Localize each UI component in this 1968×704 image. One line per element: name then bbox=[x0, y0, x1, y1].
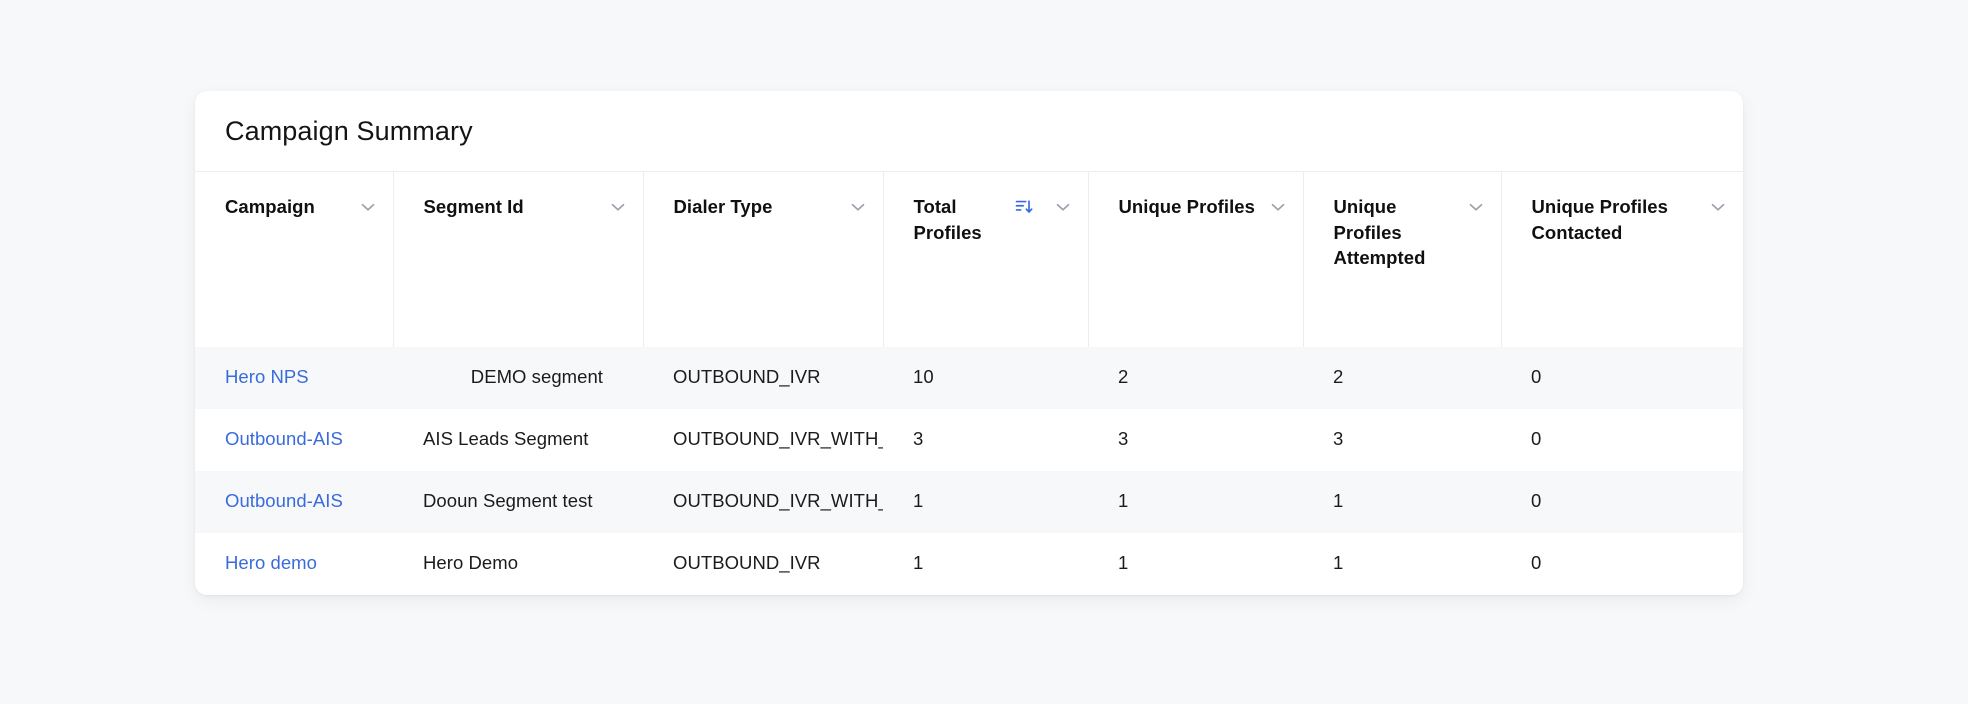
chevron-down-icon[interactable] bbox=[357, 196, 379, 223]
cell-segment-id: DEMO segment bbox=[393, 347, 643, 409]
page-root: Campaign Summary Campaign bbox=[0, 0, 1968, 704]
column-header-icons bbox=[847, 194, 869, 223]
column-header-icons bbox=[1267, 194, 1289, 223]
chevron-down-icon[interactable] bbox=[1465, 196, 1487, 223]
cell-unique-profiles-contacted: 0 bbox=[1501, 533, 1743, 595]
cell-campaign: Hero demo bbox=[195, 533, 393, 595]
column-header-label: Segment Id bbox=[424, 194, 599, 220]
column-header-label: Unique Profiles Attempted bbox=[1334, 194, 1457, 271]
cell-unique-profiles: 3 bbox=[1088, 409, 1303, 471]
cell-total-profiles: 3 bbox=[883, 409, 1088, 471]
column-header-label: Total Profiles bbox=[914, 194, 1006, 245]
page-title: Campaign Summary bbox=[225, 115, 473, 147]
table-row[interactable]: Outbound-AIS AIS Leads Segment OUTBOUND_… bbox=[195, 409, 1743, 471]
column-header-campaign[interactable]: Campaign bbox=[195, 172, 393, 347]
cell-unique-profiles: 1 bbox=[1088, 471, 1303, 533]
cell-segment-id: AIS Leads Segment bbox=[393, 409, 643, 471]
table-row[interactable]: Hero NPS DEMO segment OUTBOUND_IVR 10 2 … bbox=[195, 347, 1743, 409]
chevron-down-icon[interactable] bbox=[607, 196, 629, 223]
table-header-row: Campaign Segment Id bbox=[195, 172, 1743, 347]
campaign-link[interactable]: Outbound-AIS bbox=[225, 490, 343, 511]
cell-campaign: Hero NPS bbox=[195, 347, 393, 409]
column-header-icons bbox=[607, 194, 629, 223]
cell-unique-profiles-attempted: 1 bbox=[1303, 533, 1501, 595]
cell-campaign: Outbound-AIS bbox=[195, 409, 393, 471]
cell-unique-profiles-attempted: 2 bbox=[1303, 347, 1501, 409]
chevron-down-icon[interactable] bbox=[847, 196, 869, 223]
cell-total-profiles: 1 bbox=[883, 471, 1088, 533]
column-header-total-profiles[interactable]: Total Profiles bbox=[883, 172, 1088, 347]
cell-total-profiles: 1 bbox=[883, 533, 1088, 595]
cell-unique-profiles-attempted: 3 bbox=[1303, 409, 1501, 471]
cell-unique-profiles: 1 bbox=[1088, 533, 1303, 595]
column-header-icons bbox=[1707, 194, 1729, 223]
cell-total-profiles: 10 bbox=[883, 347, 1088, 409]
cell-campaign: Outbound-AIS bbox=[195, 471, 393, 533]
column-header-label: Dialer Type bbox=[674, 194, 839, 220]
cell-dialer-type: OUTBOUND_IVR_WITH_AGENT bbox=[643, 409, 883, 471]
campaign-summary-card: Campaign Summary Campaign bbox=[195, 91, 1743, 595]
campaign-link[interactable]: Hero NPS bbox=[225, 366, 309, 387]
table-row[interactable]: Hero demo Hero Demo OUTBOUND_IVR 1 1 1 0 bbox=[195, 533, 1743, 595]
table-row[interactable]: Outbound-AIS Dooun Segment test OUTBOUND… bbox=[195, 471, 1743, 533]
column-header-icons bbox=[1465, 194, 1487, 223]
cell-segment-id: Hero Demo bbox=[393, 533, 643, 595]
column-header-unique-profiles[interactable]: Unique Profiles bbox=[1088, 172, 1303, 347]
cell-unique-profiles: 2 bbox=[1088, 347, 1303, 409]
column-header-icons bbox=[1014, 194, 1074, 223]
chevron-down-icon[interactable] bbox=[1052, 196, 1074, 223]
column-header-unique-profiles-contacted[interactable]: Unique Profiles Contacted bbox=[1501, 172, 1743, 347]
column-header-unique-profiles-attempted[interactable]: Unique Profiles Attempted bbox=[1303, 172, 1501, 347]
cell-dialer-type: OUTBOUND_IVR bbox=[643, 533, 883, 595]
cell-dialer-type: OUTBOUND_IVR bbox=[643, 347, 883, 409]
table-body: Hero NPS DEMO segment OUTBOUND_IVR 10 2 … bbox=[195, 347, 1743, 595]
column-header-segment-id[interactable]: Segment Id bbox=[393, 172, 643, 347]
column-header-dialer-type[interactable]: Dialer Type bbox=[643, 172, 883, 347]
table-head: Campaign Segment Id bbox=[195, 172, 1743, 347]
cell-unique-profiles-attempted: 1 bbox=[1303, 471, 1501, 533]
column-header-label: Unique Profiles Contacted bbox=[1532, 194, 1699, 245]
card-header: Campaign Summary bbox=[195, 91, 1743, 171]
column-header-label: Unique Profiles bbox=[1119, 194, 1259, 220]
campaign-link[interactable]: Hero demo bbox=[225, 552, 317, 573]
chevron-down-icon[interactable] bbox=[1707, 196, 1729, 223]
cell-unique-profiles-contacted: 0 bbox=[1501, 471, 1743, 533]
cell-dialer-type: OUTBOUND_IVR_WITH_AGENT bbox=[643, 471, 883, 533]
column-header-label: Campaign bbox=[225, 194, 349, 220]
cell-unique-profiles-contacted: 0 bbox=[1501, 347, 1743, 409]
cell-segment-id: Dooun Segment test bbox=[393, 471, 643, 533]
campaign-summary-table: Campaign Segment Id bbox=[195, 171, 1743, 595]
campaign-link[interactable]: Outbound-AIS bbox=[225, 428, 343, 449]
cell-unique-profiles-contacted: 0 bbox=[1501, 409, 1743, 471]
chevron-down-icon[interactable] bbox=[1267, 196, 1289, 223]
sort-descending-icon[interactable] bbox=[1014, 197, 1034, 222]
column-header-icons bbox=[357, 194, 379, 223]
